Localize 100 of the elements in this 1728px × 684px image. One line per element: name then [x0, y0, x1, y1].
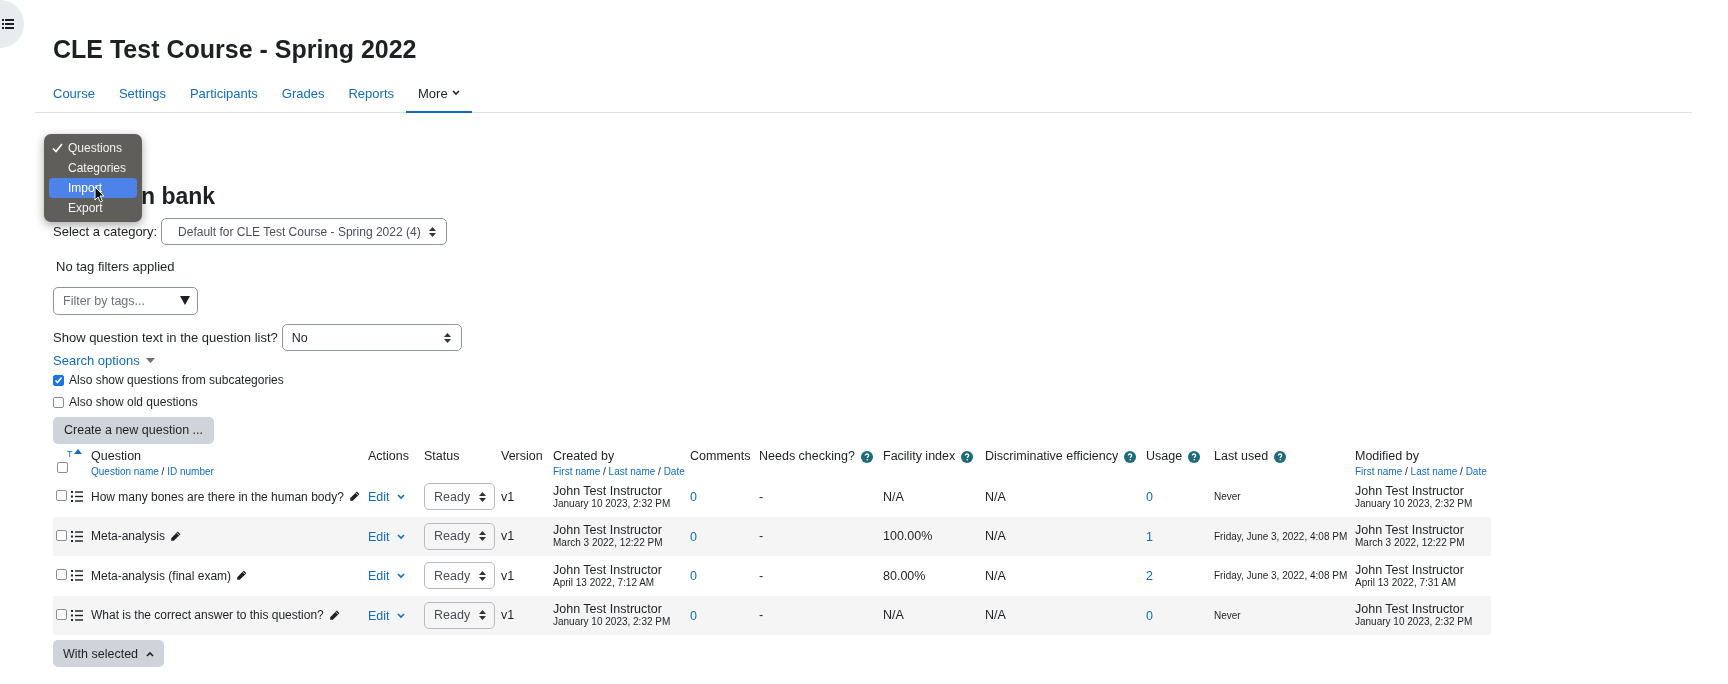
comments-link[interactable]: 0	[690, 569, 697, 584]
date-text: January 10 2023, 2:32 PM	[1355, 616, 1474, 629]
table-cell-text: v1	[501, 608, 516, 623]
menu-item[interactable]: Export	[49, 198, 137, 218]
sort-ascending-icon	[73, 449, 82, 454]
nav-tab[interactable]: More	[406, 75, 472, 113]
drag-list-icon[interactable]	[71, 609, 83, 621]
up-down-arrows-icon	[443, 332, 451, 343]
search-options-link[interactable]: Search options	[53, 352, 1653, 369]
table-cell-text: v1	[501, 489, 516, 504]
column-header: Usage	[1146, 449, 1183, 464]
up-down-arrows-icon	[479, 610, 487, 621]
up-down-arrows-icon	[479, 491, 487, 502]
usage-link[interactable]: 1	[1146, 529, 1153, 544]
comments-link[interactable]: 0	[690, 490, 697, 505]
menu-item[interactable]: Categories	[49, 158, 137, 178]
sort-link[interactable]: First name	[1355, 466, 1403, 477]
table-cell-text: Never	[1214, 609, 1242, 621]
sort-toggle[interactable]: T	[57, 449, 91, 459]
drag-list-icon[interactable]	[71, 570, 83, 582]
checkbox[interactable]	[56, 608, 67, 620]
edit-menu-link[interactable]: Edit	[368, 608, 405, 623]
course-title: CLE Test Course - Spring 2022	[53, 34, 417, 64]
sort-link[interactable]: Last name	[608, 466, 656, 477]
pencil-icon[interactable]	[236, 570, 248, 582]
nav-tab[interactable]: Reports	[336, 75, 406, 113]
chevron-up-icon	[146, 650, 155, 657]
pencil-icon[interactable]	[328, 609, 340, 621]
checkbox[interactable]	[56, 529, 67, 541]
field-label: Select a category:	[53, 224, 158, 239]
category-select[interactable]: Default for CLE Test Course - Spring 2022 (4)	[161, 218, 448, 245]
author-name: John Test Instructor	[1355, 523, 1465, 538]
nav-tab[interactable]: Course	[41, 75, 107, 113]
sort-link[interactable]: Last name	[1410, 466, 1458, 477]
usage-link[interactable]: 2	[1146, 569, 1153, 584]
column-header: Question	[91, 449, 142, 464]
drag-list-icon[interactable]	[71, 491, 83, 503]
date-text: January 10 2023, 2:32 PM	[553, 497, 672, 510]
question-name: What is the correct answer to this question?	[91, 608, 324, 623]
column-header: Discriminative efficiency	[985, 449, 1119, 464]
menu-item[interactable]: Questions	[49, 138, 137, 158]
chevron-down-icon	[396, 573, 405, 580]
table-cell-text: N/A	[985, 608, 1007, 623]
nav-tab[interactable]: Grades	[269, 75, 337, 113]
date-text: March 3 2022, 12:22 PM	[1355, 537, 1466, 550]
checkbox[interactable]	[57, 462, 68, 473]
usage-link[interactable]: 0	[1146, 608, 1153, 623]
column-header: Facility index	[883, 449, 956, 464]
edit-menu-link[interactable]: Edit	[368, 529, 405, 544]
nav-tab[interactable]: Participants	[177, 75, 270, 113]
separator-text: /	[1459, 466, 1464, 477]
table-cell-text: -	[759, 489, 765, 504]
checkbox[interactable]	[56, 569, 67, 581]
edit-menu-link[interactable]: Edit	[368, 490, 405, 505]
with-selected-button[interactable]: With selected	[53, 640, 165, 667]
drag-list-icon[interactable]	[71, 530, 83, 542]
table-cell-text: N/A	[985, 529, 1007, 544]
date-text: January 10 2023, 2:32 PM	[1355, 497, 1474, 510]
status-select[interactable]: Ready	[424, 562, 496, 590]
table-cell-text: N/A	[985, 568, 1007, 583]
status-select[interactable]: Ready	[424, 601, 496, 629]
author-name: John Test Instructor	[1355, 483, 1465, 498]
chevron-down-icon	[396, 612, 405, 619]
separator-text: /	[1404, 466, 1409, 477]
sort-link[interactable]: ID number	[167, 466, 214, 477]
comments-link[interactable]: 0	[690, 529, 697, 544]
help-icon	[1274, 450, 1287, 463]
menu-item[interactable]: Import	[49, 178, 137, 198]
checkbox[interactable]	[53, 374, 64, 386]
status-select[interactable]: Ready	[424, 483, 496, 511]
usage-link[interactable]: 0	[1146, 490, 1153, 505]
checkmark-icon	[52, 143, 63, 153]
pencil-icon[interactable]	[170, 530, 182, 542]
author-name: John Test Instructor	[553, 602, 663, 617]
table-cell-text: -	[759, 568, 765, 583]
pencil-icon[interactable]	[348, 491, 360, 503]
table-cell-text: v1	[501, 529, 516, 544]
separator-text: /	[160, 466, 166, 477]
checkbox[interactable]	[56, 490, 67, 502]
up-down-arrows-icon	[479, 531, 487, 542]
separator-text: /	[657, 466, 662, 477]
checkbox[interactable]	[53, 396, 64, 408]
comments-link[interactable]: 0	[690, 608, 697, 623]
question-name: Meta-analysis (final exam)	[91, 568, 232, 583]
create-question-button[interactable]: Create a new question ...	[53, 417, 214, 444]
column-header: Created by	[553, 449, 615, 464]
author-name: John Test Instructor	[1355, 562, 1465, 577]
author-name: John Test Instructor	[553, 562, 663, 577]
status-select[interactable]: Ready	[424, 522, 496, 550]
sort-link[interactable]: Question name	[91, 466, 159, 477]
table-cell-text: v1	[501, 568, 516, 583]
sort-link[interactable]: Date	[663, 466, 685, 477]
sort-link[interactable]: First name	[553, 466, 601, 477]
edit-menu-link[interactable]: Edit	[368, 569, 405, 584]
tag-filter-field[interactable]: Filter by tags...	[53, 287, 198, 315]
sort-link[interactable]: Date	[1465, 466, 1487, 477]
table-cell-text: 80.00%	[883, 568, 927, 583]
list-icon	[2, 19, 14, 29]
nav-tab[interactable]: Settings	[106, 75, 178, 113]
question-text-select[interactable]: No	[281, 324, 462, 351]
